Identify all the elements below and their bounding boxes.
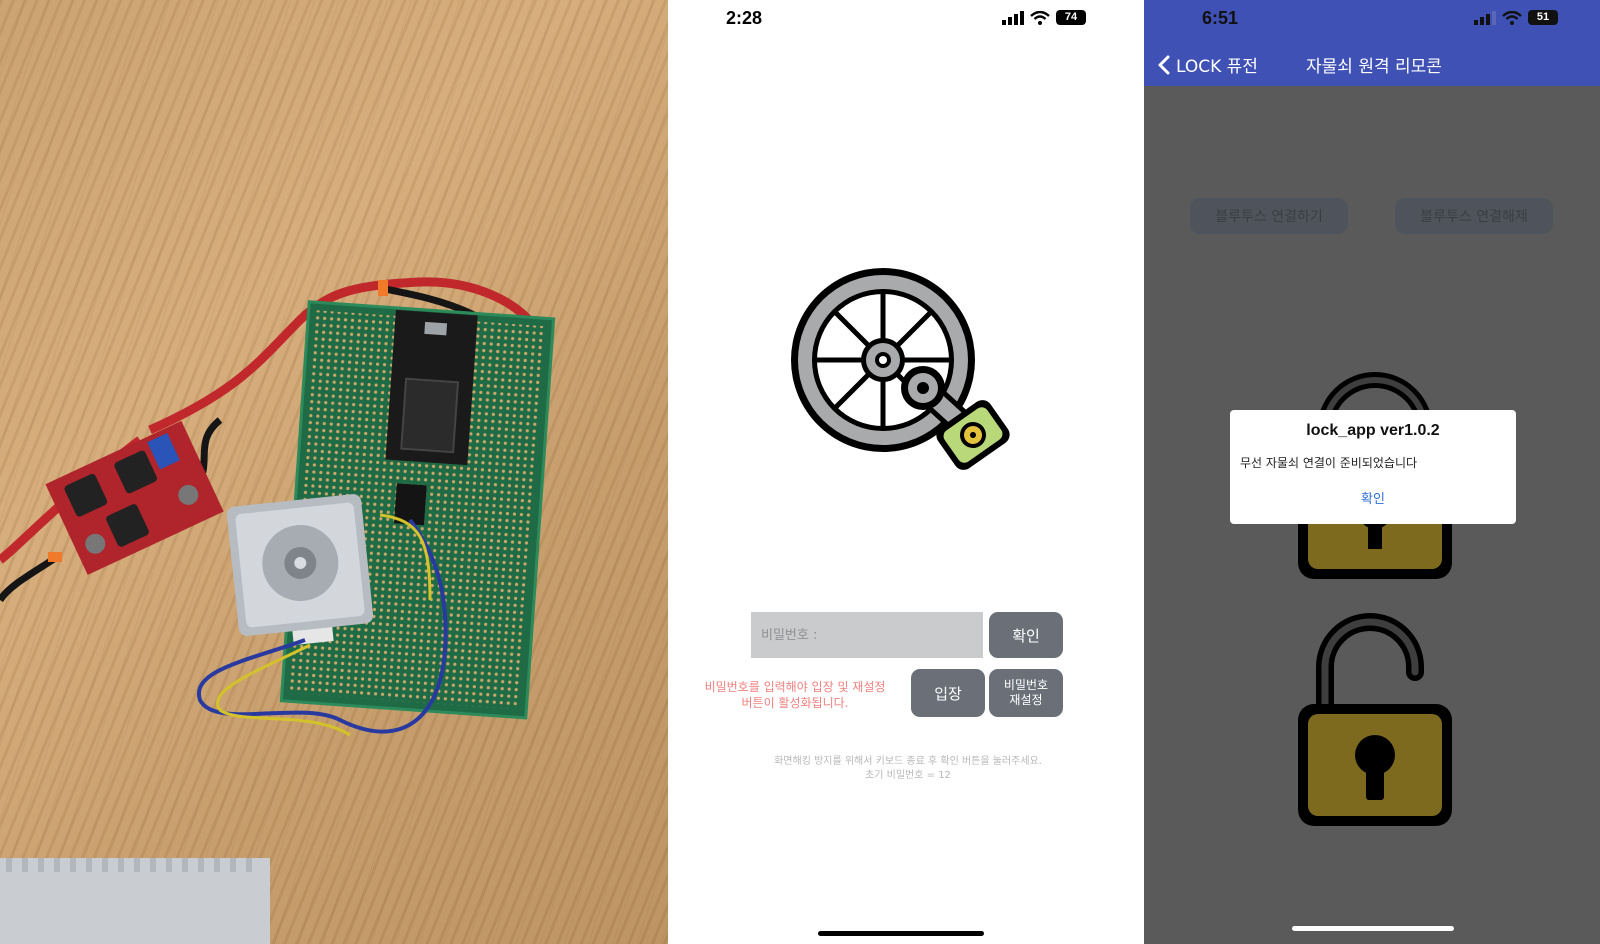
alert-ok-button[interactable]: 확인 — [1230, 488, 1516, 507]
alert-title: lock_app ver1.0.2 — [1306, 422, 1440, 439]
wifi-icon — [1502, 10, 1522, 25]
password-input[interactable] — [751, 612, 983, 658]
bluetooth-disconnect-button[interactable]: 블루투스 연결해제 — [1395, 198, 1553, 234]
alert-message: 무선 자물쇠 연결이 준비되었습니다 — [1240, 456, 1418, 470]
alert-dialog: lock_app ver1.0.2 무선 자물쇠 연결이 준비되었습니다 확인 — [1230, 410, 1516, 524]
battery-icon: 74 — [1056, 10, 1086, 25]
status-time: 2:28 — [726, 8, 763, 28]
remote-screen: 6:51 51 LOCK 퓨전 자물쇠 원격 리모콘 블루투스 연결하기 블루투… — [1144, 0, 1600, 944]
status-time: 6:51 — [1202, 8, 1239, 28]
home-indicator[interactable] — [818, 931, 984, 936]
screen-title: 자물쇠 원격 리모콘 — [1306, 57, 1442, 77]
signal-icon — [1002, 10, 1024, 25]
password-warning-text: 비밀번호를 입력해야 입장 및 재설정 버튼이 활성화됩니다. — [704, 680, 886, 710]
back-button[interactable]: LOCK 퓨전 — [1158, 52, 1258, 77]
reset-password-button[interactable]: 비밀번호 재설정 — [989, 669, 1063, 717]
battery-icon: 51 — [1528, 10, 1558, 25]
signal-icon — [1474, 10, 1496, 25]
bluetooth-connect-button[interactable]: 블루투스 연결하기 — [1190, 198, 1348, 234]
back-label: LOCK 퓨전 — [1176, 57, 1258, 77]
wheel-lock-logo-icon — [791, 268, 1010, 470]
status-icons: 74 — [1002, 10, 1086, 25]
circuit-illustration — [0, 277, 556, 944]
unlock-icon[interactable] — [1290, 612, 1460, 832]
hint-text: 화면해킹 방지를 위해서 키보드 종료 후 확인 버튼을 눌러주세요. 초기 비… — [774, 756, 1042, 781]
hardware-photo — [0, 0, 668, 944]
wifi-icon — [1030, 10, 1050, 25]
confirm-button[interactable]: 확인 — [989, 612, 1063, 658]
login-screen: 2:28 74 확인 비밀번호를 입력해야 입장 및 재설정 버튼이 활성화됩니… — [668, 0, 1144, 944]
home-indicator[interactable] — [1292, 926, 1454, 931]
enter-button[interactable]: 입장 — [911, 669, 985, 717]
status-icons: 51 — [1474, 10, 1558, 25]
back-chevron-icon — [1158, 55, 1170, 74]
nav-header: 6:51 51 LOCK 퓨전 자물쇠 원격 리모콘 — [1144, 0, 1600, 86]
